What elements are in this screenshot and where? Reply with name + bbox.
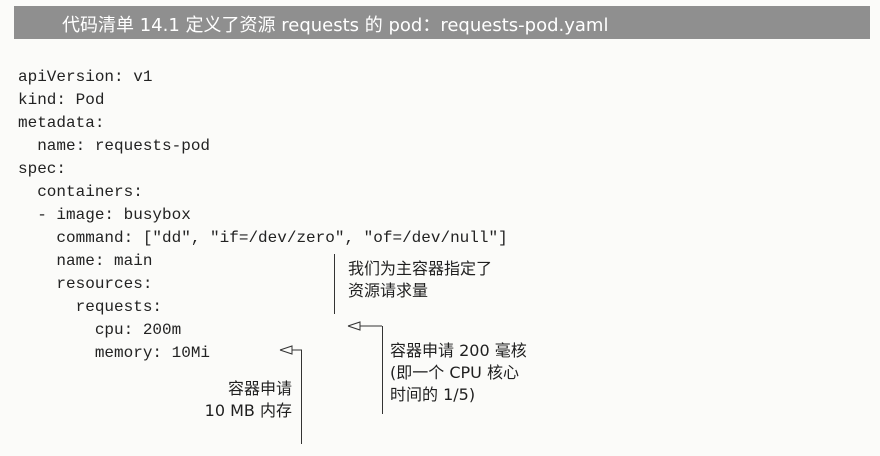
memory-note: 容器申请 10 MB 内存	[180, 378, 292, 422]
code-line: spec:	[18, 160, 67, 178]
code-line: command: ["dd", "if=/dev/zero", "of=/dev…	[18, 229, 508, 247]
memory-note-line: 容器申请	[227, 379, 292, 398]
yaml-code-block: apiVersion: v1 kind: Pod metadata: name:…	[18, 66, 508, 365]
listing-header-bar: 代码清单 14.1 定义了资源 requests 的 pod：requests-…	[14, 6, 870, 39]
code-line: metadata:	[18, 114, 105, 132]
cpu-note: 容器申请 200 毫核 (即一个 CPU 核心 时间的 1/5)	[390, 340, 527, 406]
code-line: name: requests-pod	[18, 137, 211, 155]
memory-note-bracket	[301, 350, 302, 444]
cpu-note-line: (即一个 CPU 核心	[390, 363, 519, 382]
listing-title: 代码清单 14.1 定义了资源 requests 的 pod：requests-…	[62, 15, 609, 36]
code-line: cpu: 200m	[18, 321, 182, 339]
cpu-note-bracket	[382, 326, 383, 414]
requests-note-bracket	[334, 254, 335, 314]
requests-note-line: 资源请求量	[348, 281, 429, 300]
requests-note-line: 我们为主容器指定了	[348, 259, 493, 278]
code-line: apiVersion: v1	[18, 68, 153, 86]
requests-note: 我们为主容器指定了 资源请求量	[348, 258, 492, 302]
memory-arrow-icon	[279, 345, 302, 355]
cpu-note-line: 容器申请 200 毫核	[390, 341, 527, 360]
cpu-note-line: 时间的 1/5)	[390, 385, 476, 404]
memory-note-line: 10 MB 内存	[204, 401, 292, 420]
cpu-arrow-icon	[347, 321, 382, 331]
code-line: - image: busybox	[18, 206, 191, 224]
code-line: kind: Pod	[18, 91, 105, 109]
code-line: containers:	[18, 183, 143, 201]
